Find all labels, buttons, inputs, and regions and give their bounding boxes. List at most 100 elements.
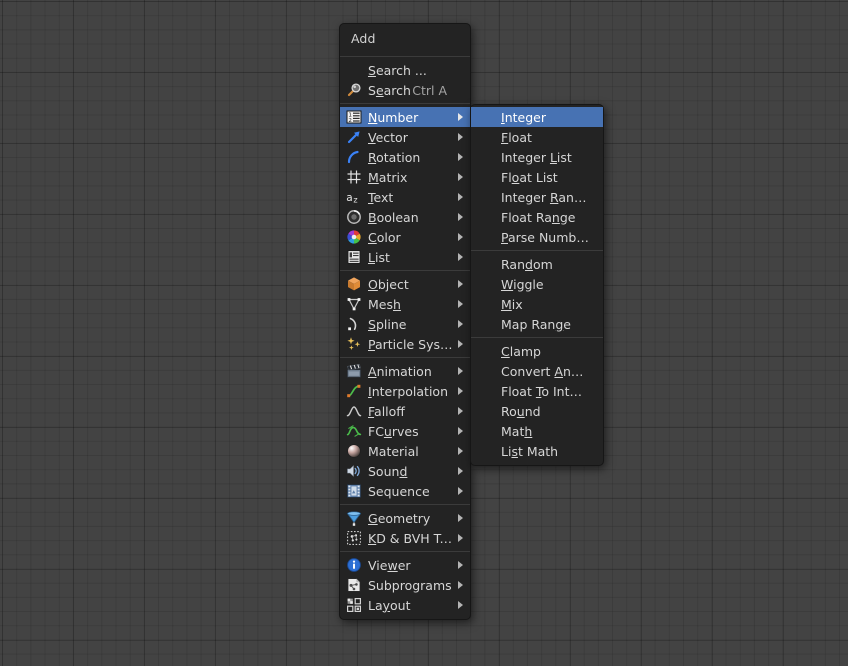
number-submenu: Integer Float Integer List Float List Intege… [470,104,604,466]
menu-item-label: Subprograms [368,577,452,593]
submenu-item-integer-list[interactable]: Integer List [471,147,603,167]
menu-item-label: Integer Range [501,189,589,205]
submenu-item-float-range[interactable]: Float Range [471,207,603,227]
menu-separator [340,551,470,552]
submenu-arrow-icon [456,555,470,575]
submenu-item-clamp[interactable]: Clamp [471,341,603,361]
menu-item-spline[interactable]: Spline [340,314,470,334]
menu-item-subprograms[interactable]: Subprograms [340,575,470,595]
add-menu: Add Search ... Search Ctrl A 1 2 Number Vecto… [339,23,471,620]
submenu-arrow-icon [456,334,470,354]
submenu-arrow-icon [456,361,470,381]
menu-item-label: Interpolation [368,383,448,399]
menu-item-label: Round [501,403,541,419]
submenu-item-float-list[interactable]: Float List [471,167,603,187]
submenu-arrow-icon [456,508,470,528]
submenu-item-round[interactable]: Round [471,401,603,421]
submenu-arrow-icon [456,441,470,461]
submenu-arrow-icon [456,421,470,441]
menu-separator [340,56,470,57]
menu-separator [340,103,470,104]
submenu-arrow-icon [456,227,470,247]
menu-item-text[interactable]: a z Text [340,187,470,207]
submenu-arrow-icon [456,528,470,548]
menu-item-label: Wiggle [501,276,544,292]
menu-item-label: Particle System [368,336,456,352]
menu-item-fcurves[interactable]: FCurves [340,421,470,441]
menu-item-sequence[interactable]: Sequence [340,481,470,501]
submenu-arrow-icon [456,247,470,267]
submenu-item-random[interactable]: Random [471,254,603,274]
none [343,60,365,80]
submenu-arrow-icon [456,461,470,481]
menu-item-vector[interactable]: Vector [340,127,470,147]
menu-item-label: Color [368,229,401,245]
menu-item-boolean[interactable]: Boolean [340,207,470,227]
submenu-arrow-icon [456,274,470,294]
menu-item-color[interactable]: Color [340,227,470,247]
particles-icon [343,334,365,354]
clapper-icon [343,361,365,381]
menu-item-label: Object [368,276,409,292]
menu-item-geometry[interactable]: Geometry [340,508,470,528]
menu-separator [340,357,470,358]
speaker-icon [343,461,365,481]
menu-item-layout[interactable]: Layout [340,595,470,615]
menu-item-label: Geometry [368,510,431,526]
menu-item-number[interactable]: 1 2 Number [340,107,470,127]
menu-item-label: Sequence [368,483,430,499]
menu-item-viewer[interactable]: Viewer [340,555,470,575]
submenu-item-float-to-integer[interactable]: Float To Integer [471,381,603,401]
menu-item-falloff[interactable]: Falloff [340,401,470,421]
menu-item-search[interactable]: Search ... [340,60,470,80]
menu-item-sound[interactable]: Sound [340,461,470,481]
submenu-arrow-icon [456,294,470,314]
menu-item-object[interactable]: Object [340,274,470,294]
submenu-item-integer-range[interactable]: Integer Range [471,187,603,207]
submenu-item-parse-number[interactable]: Parse Number [471,227,603,247]
submenu-arrow-icon [456,107,470,127]
menu-item-label: Falloff [368,403,405,419]
vector-arrow-icon [343,127,365,147]
kdtree-icon [343,528,365,548]
svg-text:2: 2 [348,118,352,124]
menu-item-label: Boolean [368,209,419,225]
submenu-item-list-math[interactable]: List Math [471,441,603,461]
submenu-item-mix[interactable]: Mix [471,294,603,314]
info-circle-icon [343,555,365,575]
menu-item-kd-bvh-tree[interactable]: KD & BVH Tree [340,528,470,548]
menu-item-label: Viewer [368,557,411,573]
submenu-separator [471,337,603,338]
menu-item-matrix[interactable]: Matrix [340,167,470,187]
submenu-separator [471,250,603,251]
menu-item-interpolation[interactable]: Interpolation [340,381,470,401]
menu-item-label: KD & BVH Tree [368,530,456,546]
submenu-item-float[interactable]: Float [471,127,603,147]
menu-item-label: Map Range [501,316,571,332]
menu-item-label: Random [501,256,553,272]
menu-item-label: Material [368,443,419,459]
menu-item-animation[interactable]: Animation [340,361,470,381]
submenu-item-math[interactable]: Math [471,421,603,441]
submenu-arrow-icon [456,314,470,334]
menu-item-search[interactable]: Search Ctrl A [340,80,470,100]
submenu-item-map-range[interactable]: Map Range [471,314,603,334]
menu-item-rotation[interactable]: Rotation [340,147,470,167]
submenu-item-integer[interactable]: Integer [471,107,603,127]
menu-item-label: Float Range [501,209,576,225]
falloff-bell-icon [343,401,365,421]
menu-separator [340,504,470,505]
menu-item-label: Vector [368,129,408,145]
menu-item-mesh[interactable]: Mesh [340,294,470,314]
menu-item-label: Sound [368,463,408,479]
menu-item-label: Animation [368,363,432,379]
submenu-arrow-icon [456,381,470,401]
menu-item-material[interactable]: Material [340,441,470,461]
menu-item-list[interactable]: List [340,247,470,267]
mesh-triangle-icon [343,294,365,314]
menu-item-label: Matrix [368,169,408,185]
submenu-item-convert-angle[interactable]: Convert Angle [471,361,603,381]
menu-item-particle-system[interactable]: Particle System [340,334,470,354]
submenu-item-wiggle[interactable]: Wiggle [471,274,603,294]
menu-item-label: Parse Number [501,229,589,245]
